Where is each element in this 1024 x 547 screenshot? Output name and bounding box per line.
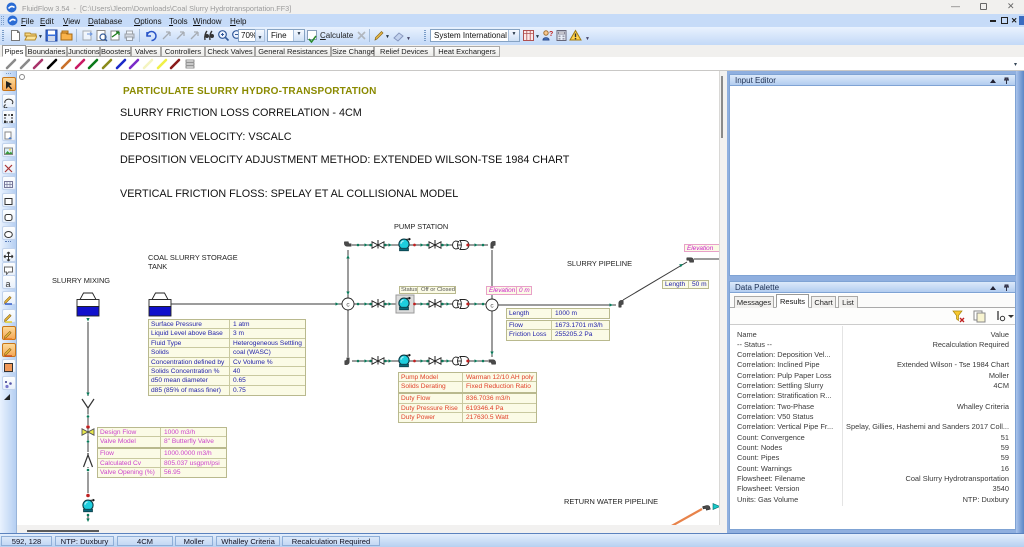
- svg-text:?: ?: [549, 31, 553, 38]
- svg-text:a: a: [5, 279, 10, 289]
